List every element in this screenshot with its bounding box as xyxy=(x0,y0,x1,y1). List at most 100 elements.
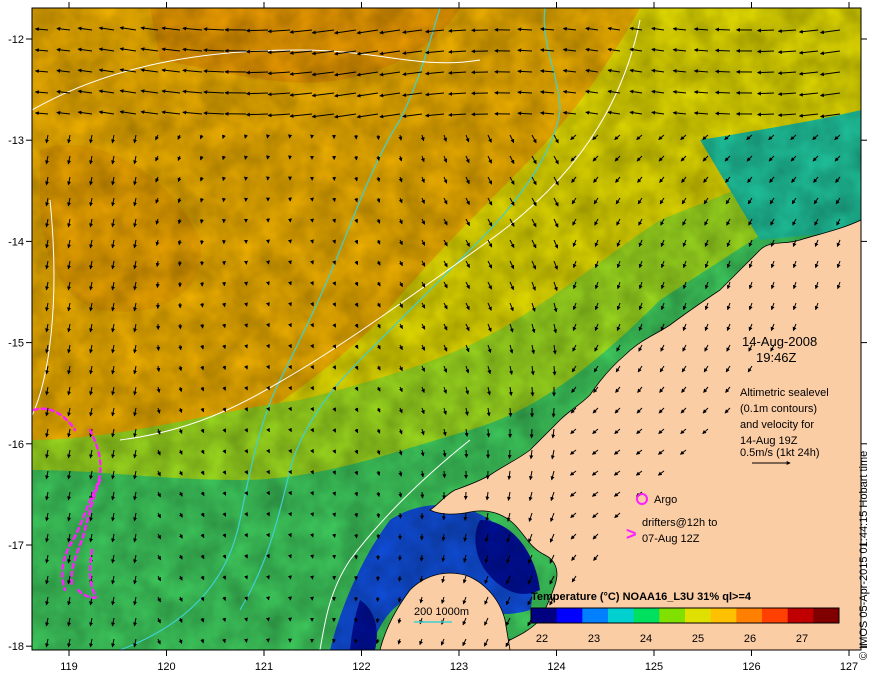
velocity-arrow xyxy=(756,49,775,54)
velocity-arrow xyxy=(756,70,775,75)
colorbar-swatch xyxy=(762,608,789,623)
y-tick-label: -12 xyxy=(8,34,24,46)
colorbar-label: 23 xyxy=(588,633,600,645)
colorbar-gradient xyxy=(530,607,840,624)
velocity-arrow xyxy=(266,134,271,139)
altimetry-line: 14-Aug 19Z xyxy=(740,435,798,447)
velocity-arrow xyxy=(310,218,314,223)
velocity-arrow xyxy=(200,323,205,329)
velocity-arrow xyxy=(222,302,227,308)
drifters-line: 07-Aug 12Z xyxy=(642,533,700,545)
velocity-arrow xyxy=(464,449,469,458)
velocity-arrow xyxy=(156,344,161,352)
colorbar-label: 27 xyxy=(796,633,808,645)
colorbar-swatch xyxy=(813,608,840,623)
argo-label: Argo xyxy=(654,494,677,506)
sst-map-figure: 119 120 121 122 123 124 125 126 127 -12 -13 -14 -15… xyxy=(8,2,867,673)
velocity-arrow xyxy=(375,596,380,603)
velocity-arrow xyxy=(376,533,381,540)
velocity-arrow xyxy=(354,155,359,161)
depth-legend-label: 200 1000m xyxy=(414,606,469,618)
velocity-arrow xyxy=(245,28,269,33)
velocity-arrow xyxy=(287,575,292,580)
velocity-arrow xyxy=(244,281,248,286)
velocity-arrow xyxy=(244,176,248,181)
velocity-arrow xyxy=(756,112,775,117)
y-tick-label: -13 xyxy=(8,135,24,147)
velocity-arrow xyxy=(529,428,534,439)
colorbar-label: 24 xyxy=(640,633,652,645)
x-tick-label: 126 xyxy=(742,661,760,673)
velocity-arrow xyxy=(714,90,731,95)
colorbar-title: Temperature (°C) NOAA16_L3U 31% ql>=4 xyxy=(531,591,752,603)
velocity-arrow xyxy=(398,512,403,519)
velocity-arrow xyxy=(287,239,292,244)
velocity-arrow xyxy=(287,596,292,601)
velocity-arrow xyxy=(442,470,447,479)
velocity-arrow xyxy=(486,428,491,438)
velocity-arrow xyxy=(552,365,557,376)
velocity-arrow xyxy=(756,28,775,33)
velocity-arrow xyxy=(714,111,731,116)
colorbar-swatch xyxy=(710,608,737,623)
x-tick-label: 125 xyxy=(645,661,663,673)
x-tick-label: 124 xyxy=(547,661,565,673)
velocity-arrow xyxy=(551,407,556,418)
colorbar-swatch xyxy=(787,608,814,623)
velocity-arrow xyxy=(714,48,731,53)
map-plot-area xyxy=(32,8,861,650)
velocity-arrow xyxy=(419,554,424,562)
velocity-arrow xyxy=(245,49,269,54)
velocity-arrow xyxy=(200,302,205,308)
velocity-arrow xyxy=(354,533,359,539)
altimetry-line: and velocity for xyxy=(740,419,814,431)
velocity-arrow xyxy=(244,155,248,160)
velocity-arrow xyxy=(245,70,269,75)
velocity-arrow xyxy=(177,260,182,267)
x-tick-label: 127 xyxy=(840,661,858,673)
velocity-arrow xyxy=(714,69,731,74)
colorbar-swatch xyxy=(633,608,660,623)
velocity-arrow xyxy=(332,197,336,203)
x-tick-label: 120 xyxy=(157,661,175,673)
colorbar-swatch xyxy=(556,608,583,623)
velocity-arrow xyxy=(245,112,269,117)
velocity-arrow xyxy=(530,386,535,397)
velocity-arrow xyxy=(397,575,402,582)
colorbar-swatch xyxy=(685,608,712,623)
colorbar-swatch xyxy=(608,608,635,623)
velocity-arrow xyxy=(508,407,513,418)
colorbar-label: 26 xyxy=(744,633,756,645)
velocity-arrow xyxy=(265,617,270,622)
map-time: 19:46Z xyxy=(756,350,797,365)
colorbar-swatch xyxy=(531,608,558,623)
velocity-arrow xyxy=(507,449,512,460)
velocity-arrow xyxy=(310,575,314,580)
x-tick-label: 123 xyxy=(450,661,468,673)
altimetry-line: Altimetric sealevel xyxy=(740,387,829,399)
drifters-line: drifters@12h to xyxy=(642,517,717,529)
y-tick-label: -17 xyxy=(8,540,24,552)
velocity-arrow xyxy=(155,281,160,289)
velocity-arrow xyxy=(221,197,226,203)
colorbar-label: 22 xyxy=(536,633,548,645)
y-tick-label: -16 xyxy=(8,439,24,451)
velocity-arrow xyxy=(244,638,248,643)
altimetry-line: 0.5m/s (1kt 24h) xyxy=(740,447,819,459)
x-tick-label: 121 xyxy=(255,661,273,673)
velocity-arrow xyxy=(714,27,731,32)
velocity-arrow xyxy=(376,134,381,141)
velocity-arrow xyxy=(332,176,336,182)
drifter-marker: > xyxy=(626,524,637,544)
x-tick-label: 122 xyxy=(352,661,370,673)
colorbar-swatch xyxy=(736,608,763,623)
velocity-arrow xyxy=(332,554,336,560)
x-tick-label: 119 xyxy=(60,661,78,673)
y-tick-label: -14 xyxy=(8,236,24,248)
y-tick-label: -18 xyxy=(8,641,24,653)
copyright-credit: © IMOS 05-Apr-2015 01:44:15 Hobart time xyxy=(858,450,870,660)
colorbar-swatch xyxy=(659,608,686,623)
velocity-arrow xyxy=(265,260,270,265)
colorbar-swatch xyxy=(582,608,609,623)
colorbar-label: 25 xyxy=(692,633,704,645)
